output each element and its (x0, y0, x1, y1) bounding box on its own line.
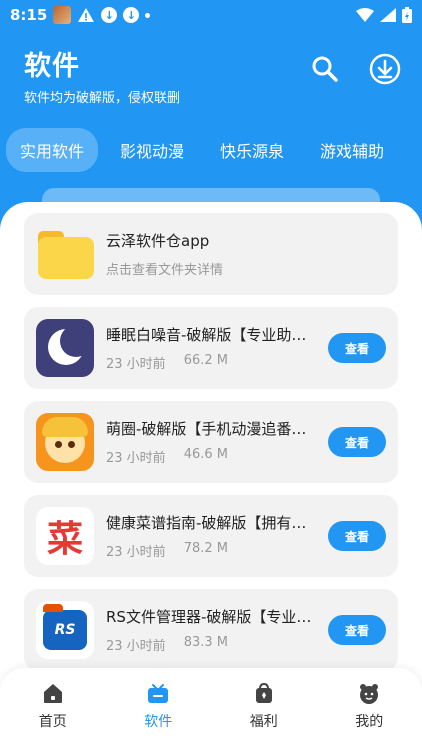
tab-film-anime[interactable]: 影视动漫 (106, 128, 198, 172)
nav-welfare-label: 福利 (249, 714, 278, 730)
home-icon (43, 684, 62, 703)
status-bar: 8:15 ↓ ↓ (0, 0, 422, 30)
app-title: RS文件管理器-破解版【专业文件管理】 (106, 608, 314, 626)
view-button[interactable]: 查看 (328, 333, 386, 363)
app-size: 83.3 M (183, 635, 228, 650)
folder-subtitle: 点击查看文件夹详情 (106, 263, 224, 278)
anime-girl-icon (36, 413, 94, 471)
app-list-item[interactable]: 菜 健康菜谱指南-破解版【拥有海量菜谱】 23 小时前 78.2 M 查看 (24, 495, 398, 577)
nav-home-label: 首页 (38, 714, 67, 730)
app-title: 萌圈-破解版【手机动漫追番神器】 (106, 420, 314, 438)
notification-avatar-icon (53, 6, 72, 24)
profile-icon (360, 684, 379, 704)
gift-bag-icon (255, 682, 272, 703)
nav-welfare[interactable]: 福利 (224, 681, 304, 731)
folder-title: 云泽软件仓app (106, 232, 210, 250)
tab-utility-software[interactable]: 实用软件 (6, 128, 99, 172)
status-time: 8:15 (10, 6, 48, 24)
view-button[interactable]: 查看 (328, 521, 386, 551)
rs-icon-text: RS (54, 622, 76, 638)
rs-file-manager-icon: RS (36, 601, 94, 659)
recipe-icon-text: 菜 (46, 518, 83, 560)
download-notification-icon: ↓ (101, 7, 118, 23)
signal-icon (380, 8, 396, 22)
app-time: 23 小时前 (106, 451, 166, 466)
nav-software-label: 软件 (144, 714, 173, 730)
warning-icon (78, 8, 95, 22)
app-list-item[interactable]: RS RS文件管理器-破解版【专业文件管理】 23 小时前 83.3 M 查看 (24, 589, 398, 671)
app-time: 23 小时前 (106, 357, 166, 372)
download-icon (369, 53, 401, 85)
tab-game-assist[interactable]: 游戏辅助 (306, 128, 398, 172)
wifi-icon (356, 8, 374, 22)
app-time: 23 小时前 (106, 545, 166, 560)
page-subtitle: 软件均为破解版，侵权联删 (24, 91, 181, 106)
search-button[interactable] (308, 52, 342, 86)
nav-mine[interactable]: 我的 (329, 681, 409, 731)
download-manager-button[interactable] (368, 52, 402, 86)
app-title: 睡眠白噪音-破解版【专业助眠放松】 (106, 326, 314, 344)
recipe-cai-icon: 菜 (36, 507, 94, 565)
app-list-item[interactable]: 睡眠白噪音-破解版【专业助眠放松】 23 小时前 66.2 M 查看 (24, 307, 398, 389)
app-size: 46.6 M (183, 447, 228, 462)
search-icon (312, 56, 338, 82)
nav-software[interactable]: 软件 (118, 681, 198, 731)
app-time: 23 小时前 (106, 639, 166, 654)
battery-icon (402, 7, 412, 23)
header: 软件 软件均为破解版，侵权联删 (24, 44, 402, 106)
app-list-item[interactable]: 萌圈-破解版【手机动漫追番神器】 23 小时前 46.6 M 查看 (24, 401, 398, 483)
view-button[interactable]: 查看 (328, 615, 386, 645)
folder-icon (36, 225, 94, 283)
sleep-moon-icon (36, 319, 94, 377)
more-notifications-dot (145, 12, 151, 18)
app-size: 78.2 M (183, 541, 228, 556)
tab-fun-source[interactable]: 快乐源泉 (206, 128, 298, 172)
download-notification-icon-2: ↓ (123, 7, 140, 23)
notification-icons: ↓ ↓ (53, 6, 151, 24)
nav-mine-label: 我的 (355, 714, 384, 730)
nav-home[interactable]: 首页 (13, 681, 93, 731)
app-title: 健康菜谱指南-破解版【拥有海量菜谱】 (106, 514, 314, 532)
view-button[interactable]: 查看 (328, 427, 386, 457)
bottom-nav: 首页 软件 福利 我的 (0, 668, 422, 750)
software-bag-icon (148, 684, 169, 703)
folder-card[interactable]: 云泽软件仓app 点击查看文件夹详情 (24, 213, 398, 295)
app-size: 66.2 M (183, 353, 228, 368)
category-tabs: 实用软件 影视动漫 快乐源泉 游戏辅助 (6, 128, 422, 172)
